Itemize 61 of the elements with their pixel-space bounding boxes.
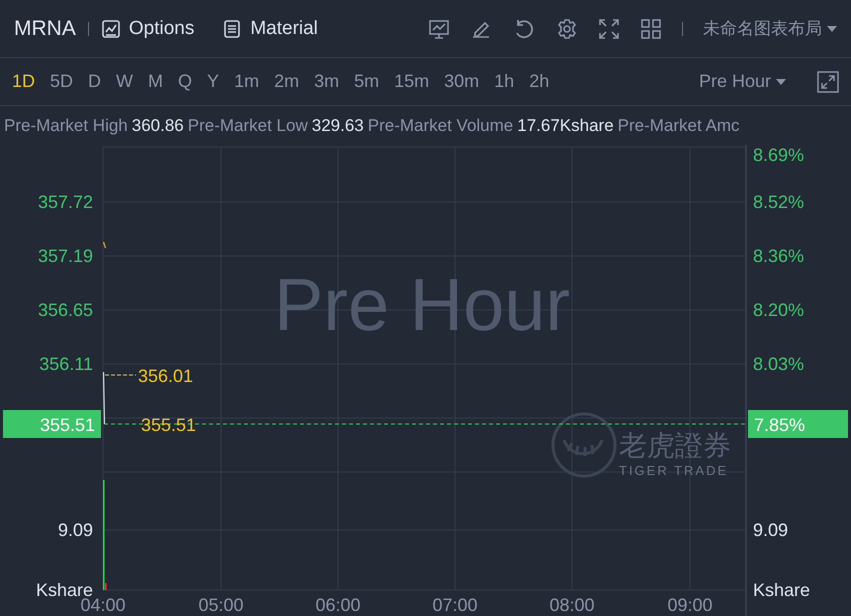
last-price-label: 355.51 <box>141 415 196 435</box>
change-tag: 7.85% <box>748 410 848 438</box>
time-axis-label: 07:00 <box>432 595 478 615</box>
settings-icon[interactable] <box>556 18 578 40</box>
price-axis-label: 356.11 <box>39 354 93 374</box>
caret-icon <box>827 24 837 32</box>
price-axis-label: 357.72 <box>38 192 93 212</box>
price-axis-label: 357.19 <box>38 246 93 266</box>
percent-axis-label: 8.69% <box>753 145 804 165</box>
volume-unit-label: Kshare <box>753 580 810 600</box>
time-axis-label: 05:00 <box>198 595 244 615</box>
brand-watermark: TIGER TRADE <box>619 463 728 478</box>
high-price-label: 356.01 <box>138 366 194 386</box>
interval-tab[interactable]: D <box>88 71 102 92</box>
interval-tab[interactable]: 1h <box>494 71 514 92</box>
interval-tab[interactable]: M <box>148 71 164 92</box>
interval-tab[interactable]: 5D <box>50 71 74 92</box>
stat-label: Pre-Market Low <box>188 116 308 136</box>
stat-label: Pre-Market Amc <box>618 116 740 136</box>
interval-tab[interactable]: 2m <box>274 71 300 92</box>
document-icon <box>222 18 242 38</box>
fullscreen-icon[interactable] <box>598 18 620 40</box>
grid-icon[interactable] <box>640 18 662 40</box>
material-button[interactable]: Material <box>222 18 318 40</box>
options-button[interactable]: Options <box>100 18 194 40</box>
session-dropdown[interactable]: Pre Hour <box>698 71 786 92</box>
interval-tab[interactable]: Q <box>178 71 192 92</box>
time-axis-label: 06:00 <box>315 595 361 615</box>
volume-axis-label: 9.09 <box>58 520 93 540</box>
price-tick <box>102 242 106 248</box>
chart-icon <box>100 18 121 38</box>
price-axis-label: 356.65 <box>38 300 93 320</box>
interval-tab[interactable]: W <box>116 71 134 92</box>
volume-axis-label: 9.09 <box>753 520 788 540</box>
percent-axis-label: 8.36% <box>753 246 804 266</box>
interval-tab[interactable]: 2h <box>529 71 550 92</box>
interval-tab[interactable]: 5m <box>354 71 380 92</box>
percent-axis-label: 8.03% <box>753 354 804 374</box>
ticker-symbol: MRNA <box>14 16 76 40</box>
caret-icon <box>776 78 786 86</box>
stat-label: Pre-Market Volume <box>368 116 514 136</box>
interval-tab[interactable]: 1D <box>12 71 36 92</box>
interval-tab[interactable]: Y <box>207 71 220 92</box>
stat-value: 17.67Kshare <box>517 116 614 136</box>
price-tag: 355.51 <box>3 410 101 438</box>
stat-value: 329.63 <box>312 116 364 136</box>
price-line <box>102 372 106 424</box>
interval-tab[interactable]: 3m <box>314 71 340 92</box>
expand-icon[interactable] <box>817 70 839 92</box>
time-axis-label: 09:00 <box>667 595 713 615</box>
time-axis-label: 08:00 <box>549 595 595 615</box>
percent-axis-label: 8.52% <box>753 192 804 212</box>
presentation-icon[interactable] <box>428 18 450 40</box>
layout-dropdown[interactable]: 未命名图表布局 <box>703 17 837 40</box>
percent-axis-label: 8.20% <box>753 300 804 320</box>
stat-value: 360.86 <box>132 116 184 136</box>
stat-label: Pre-Market High <box>4 116 128 136</box>
interval-tab[interactable]: 30m <box>444 71 480 92</box>
brand-watermark: 老虎證券 <box>619 430 731 461</box>
interval-tab[interactable]: 15m <box>394 71 430 92</box>
interval-tab[interactable]: 1m <box>234 71 260 92</box>
